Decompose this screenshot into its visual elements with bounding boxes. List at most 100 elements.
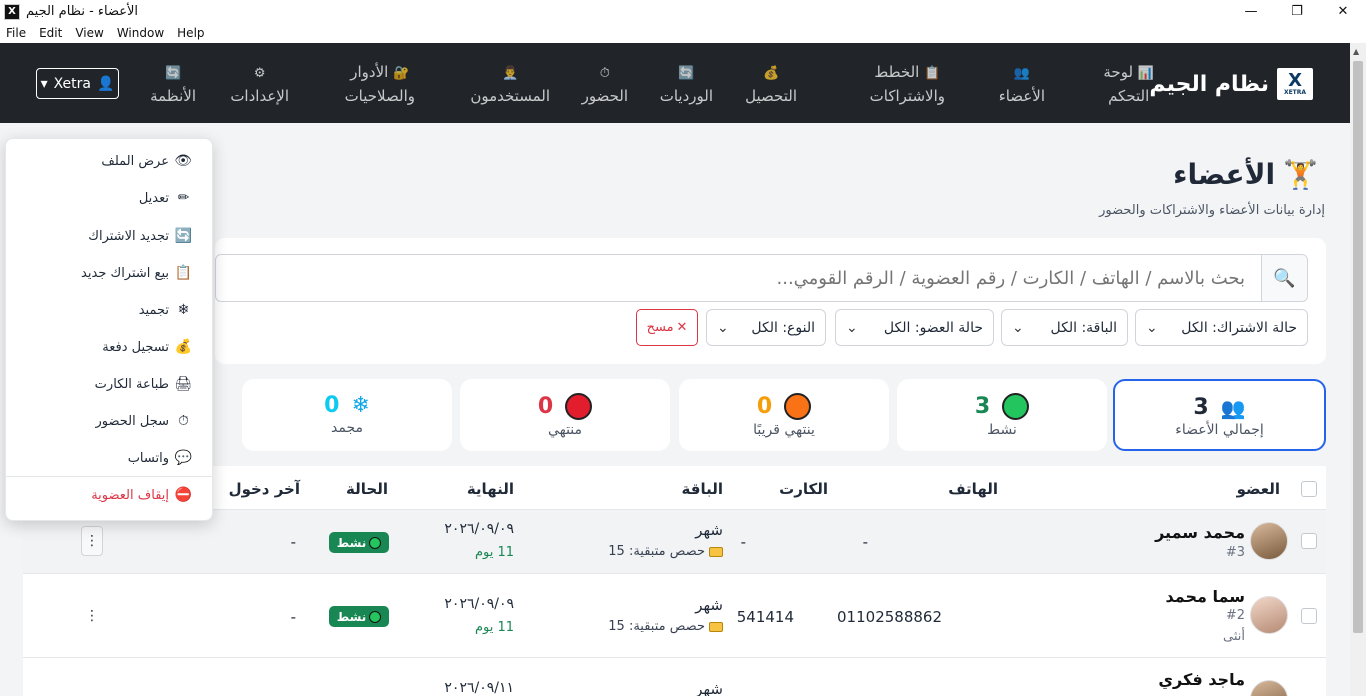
- nav-plans[interactable]: 📋 الخطط والاشتراكات: [870, 61, 945, 107]
- gear-icon: ⚙: [253, 66, 266, 81]
- green-circle-icon: [1002, 393, 1030, 420]
- red-circle-icon: [565, 393, 593, 420]
- filter-gender[interactable]: النوع: الكل ⌄: [706, 309, 826, 346]
- member-card: -: [740, 533, 746, 551]
- nav-dashboard[interactable]: 📊 لوحة التحكم: [1103, 61, 1154, 107]
- col-last-entry[interactable]: آخر دخول: [229, 480, 300, 498]
- orange-circle-icon: [784, 393, 812, 420]
- menu-window[interactable]: Window: [117, 26, 164, 40]
- menu-edit[interactable]: ✏ تعديل: [139, 190, 192, 206]
- close-icon: ✕: [676, 320, 688, 335]
- page-scrollbar[interactable]: ▲: [1350, 43, 1366, 696]
- no-entry-icon: ⛔: [174, 487, 192, 503]
- menu-whatsapp[interactable]: 💬 واتساب: [128, 450, 192, 466]
- menu-record-payment[interactable]: 💰 تسجيل دفعة: [102, 339, 192, 355]
- nav-users[interactable]: 👨‍💼 المستخدمون: [470, 61, 550, 107]
- menu-view[interactable]: View: [75, 26, 103, 40]
- scrollbar-thumb[interactable]: [1353, 61, 1363, 633]
- printer-icon: 🖨: [174, 376, 192, 392]
- kebab-icon: ⋮: [85, 608, 99, 624]
- stat-frozen[interactable]: ❄ 0 مجمد: [242, 379, 452, 451]
- row-actions-button[interactable]: ⋮: [81, 526, 103, 556]
- window-titlebar: X الأعضاء - نظام الجيم — ❐ ✕: [0, 0, 1366, 23]
- member-name[interactable]: سما محمد: [1166, 587, 1245, 606]
- lock-icon: 🔐: [393, 66, 410, 81]
- filter-plan[interactable]: الباقة: الكل ⌄: [1001, 309, 1128, 346]
- snowflake-icon: ❄: [351, 393, 370, 418]
- col-plan[interactable]: الباقة: [682, 480, 723, 498]
- nav-collection[interactable]: 💰 التحصيل: [745, 61, 797, 107]
- end-date: ٢٠٢٦/٠٩/٠٩: [444, 521, 514, 537]
- kebab-icon: ⋮: [85, 533, 99, 549]
- money-bag-icon: 💰: [762, 66, 780, 81]
- search-box: 🔍: [215, 254, 1308, 302]
- snowflake-icon: ❄: [177, 302, 190, 318]
- nav-members[interactable]: 👥 الأعضاء: [999, 61, 1045, 107]
- stat-expiring-soon[interactable]: 0 ينتهي قريبًا: [679, 379, 889, 451]
- close-button[interactable]: ✕: [1320, 0, 1366, 23]
- menu-attendance-log[interactable]: ⏱ سجل الحضور: [96, 413, 193, 429]
- last-entry: -: [290, 608, 296, 626]
- days-left: 11 يوم: [474, 620, 514, 635]
- select-all-checkbox[interactable]: [1301, 481, 1317, 497]
- row-checkbox[interactable]: [1301, 533, 1317, 549]
- row-actions-button[interactable]: ⋮: [81, 601, 103, 631]
- gym-icon: 🏋: [1283, 158, 1318, 191]
- member-name[interactable]: ماجد فكري: [1158, 670, 1245, 689]
- nav-attendance[interactable]: ⏱ الحضور: [582, 61, 628, 107]
- search-input[interactable]: [345, 255, 1245, 301]
- chart-icon: 📊: [1137, 66, 1154, 81]
- avatar: [1250, 596, 1288, 634]
- maximize-button[interactable]: ❐: [1274, 0, 1320, 23]
- col-card[interactable]: الكارت: [779, 480, 828, 498]
- staff-icon: 👨‍💼: [502, 66, 519, 81]
- brand[interactable]: X XETRA نظام الجيم: [1149, 68, 1313, 100]
- table-row[interactable]: محمد سمير #3 - - شهر حصص متبقية: 15 ٢٠٢٦…: [23, 510, 1326, 574]
- search-button[interactable]: 🔍: [1261, 255, 1307, 301]
- row-checkbox[interactable]: [1301, 608, 1317, 624]
- menu-renew-subscription[interactable]: 🔄 تجديد الاشتراك: [88, 228, 192, 244]
- member-id: #2: [1225, 608, 1245, 623]
- col-status[interactable]: الحالة: [346, 480, 388, 498]
- menu-edit[interactable]: Edit: [39, 26, 62, 40]
- menu-suspend-membership[interactable]: ⛔ إيقاف العضوية: [91, 487, 192, 503]
- chevron-down-icon: ⌄: [1012, 319, 1024, 336]
- nav-shifts[interactable]: 🔄 الورديات: [660, 61, 713, 107]
- user-menu-button[interactable]: ▾ Xetra 👤: [36, 68, 119, 99]
- member-phone: -: [862, 533, 868, 551]
- stat-active[interactable]: 3 نشط: [897, 379, 1107, 451]
- avatar: [1250, 522, 1288, 560]
- nav-settings[interactable]: ⚙ الإعدادات: [230, 61, 289, 107]
- menu-freeze[interactable]: ❄ تجميد: [139, 302, 192, 318]
- menu-sell-subscription[interactable]: 📋 بيع اشتراك جديد: [81, 265, 192, 281]
- menu-file[interactable]: File: [6, 26, 26, 40]
- table-row[interactable]: ماجد فكري شهر ٢٠٢٦/٠٩/١١: [23, 658, 1326, 696]
- pencil-icon: ✏: [177, 190, 190, 206]
- avatar: [1250, 680, 1288, 696]
- nav-systems[interactable]: 🔄 الأنظمة: [150, 61, 196, 107]
- filter-subscription-status[interactable]: حالة الاشتراك: الكل ⌄: [1135, 309, 1308, 346]
- scroll-up-icon[interactable]: ▲: [1353, 47, 1359, 56]
- filter-member-status[interactable]: حالة العضو: الكل ⌄: [835, 309, 994, 346]
- col-end[interactable]: النهاية: [467, 480, 514, 498]
- col-member[interactable]: العضو: [1237, 480, 1280, 498]
- nav-roles[interactable]: 🔐 الأدوار والصلاحيات: [345, 61, 415, 107]
- end-date: ٢٠٢٦/٠٩/١١: [444, 680, 514, 696]
- minimize-button[interactable]: —: [1228, 0, 1274, 23]
- clear-filters-button[interactable]: ✕ مسح: [636, 309, 698, 346]
- menu-help[interactable]: Help: [177, 26, 204, 40]
- search-card: 🔍 حالة الاشتراك: الكل ⌄ الباقة: الكل ⌄ ح…: [215, 238, 1326, 364]
- days-left: 11 يوم: [474, 545, 514, 560]
- clipboard-icon: 📋: [174, 265, 192, 281]
- menu-view-profile[interactable]: 👁 عرض الملف: [101, 153, 192, 169]
- stopwatch-icon: ⏱: [178, 413, 189, 429]
- table-row[interactable]: سما محمد #2 أنثى 01102588862 541414 شهر …: [23, 574, 1326, 658]
- col-phone[interactable]: الهاتف: [948, 480, 998, 498]
- menu-print-card[interactable]: 🖨 طباعة الكارت: [95, 376, 192, 392]
- refresh-icon: 🔄: [164, 66, 182, 81]
- last-entry: -: [290, 533, 296, 551]
- caret-down-icon: ▾: [40, 75, 48, 92]
- member-name[interactable]: محمد سمير: [1155, 523, 1245, 542]
- stat-total-members[interactable]: 👥 3 إجمالي الأعضاء: [1113, 379, 1326, 451]
- stat-expired[interactable]: 0 منتهي: [460, 379, 670, 451]
